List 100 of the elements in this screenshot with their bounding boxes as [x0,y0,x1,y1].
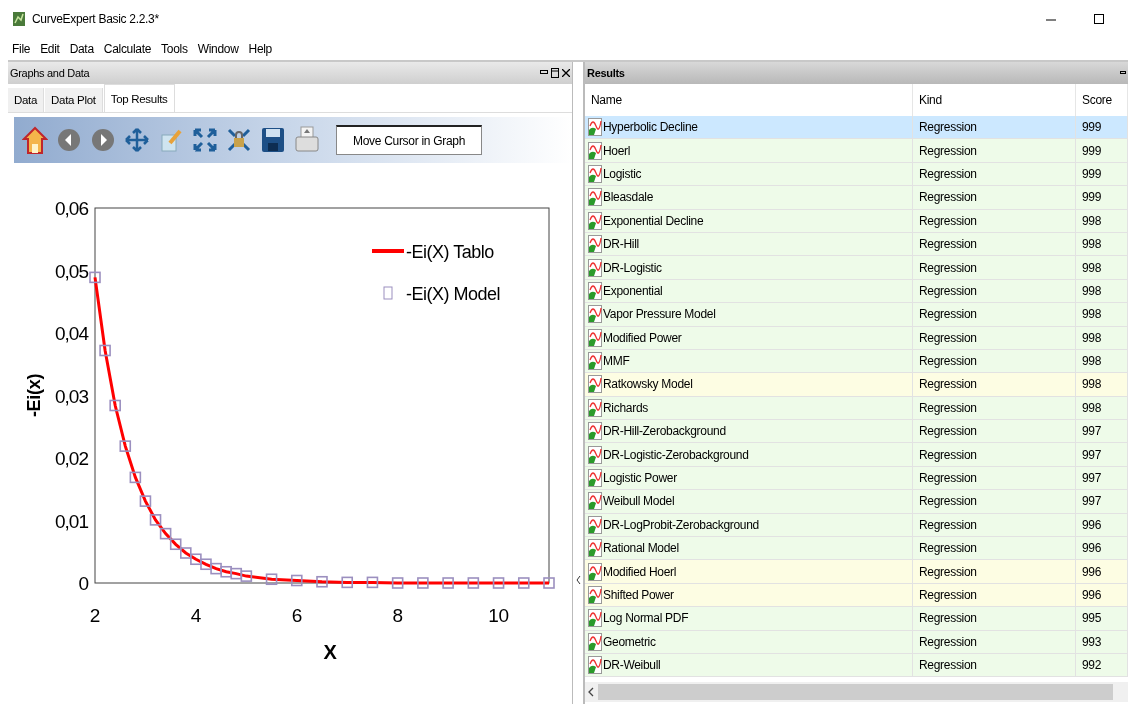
table-cell: Regression [919,564,977,579]
table-row[interactable]: DR-Weibull Regression 992 [585,654,1128,678]
table-cell: 992 [1082,658,1102,673]
move-cursor-button[interactable]: Move Cursor in Graph [336,125,482,155]
table-row[interactable]: Rational Model Regression 996 [585,537,1128,561]
table-cell: 999 [1082,120,1102,135]
curve-icon [588,539,602,558]
minimize-icon[interactable] [540,70,548,76]
table-cell: Regression [919,471,977,486]
menu-item[interactable]: Edit [40,42,60,56]
tick-label: 0,05 [55,260,88,282]
table-cell: 998 [1082,330,1102,345]
table-row[interactable]: MMF Regression 998 [585,349,1128,374]
tick-label: 10 [488,605,509,626]
table-row[interactable]: DR-Hill Regression 998 [585,232,1128,257]
model-name: DR-LogProbit-Zerobackground [603,517,759,532]
table-cell: 999 [1082,143,1102,158]
tab[interactable]: Data [8,88,45,112]
data-marker [366,576,379,589]
table-cell: Regression [919,283,977,298]
table-cell: 996 [1082,541,1102,556]
column-header[interactable]: Kind [919,93,942,107]
data-marker [139,495,152,507]
table-cell: 999 [1082,166,1102,181]
menu-item[interactable]: File [12,42,31,56]
table-cell: 997 [1082,424,1102,439]
model-name: DR-Logistic [603,260,662,275]
table-row[interactable]: Modified Hoerl Regression 996 [585,560,1128,584]
close-icon[interactable] [562,69,570,77]
table-row[interactable]: Bleasdale Regression 999 [585,186,1128,210]
table-row[interactable]: Geometric Regression 993 [585,630,1128,654]
scroll-left-icon[interactable] [588,687,594,697]
curve-icon [588,445,602,464]
table-cell: Regression [919,588,977,602]
table-cell: Regression [919,330,977,345]
table-row[interactable]: Ratkowsky Model Regression 998 [585,373,1128,397]
data-marker [159,527,172,540]
table-cell: Regression [919,517,977,532]
menu-item[interactable]: Data [69,42,94,56]
model-name: MMF [603,354,630,369]
table-row[interactable]: Hoerl Regression 999 [585,139,1128,163]
table-row[interactable]: Hyperbolic Decline Regression 999 [585,116,1128,140]
tab[interactable]: Data Plot [45,88,103,112]
curve-icon [588,609,602,628]
table-row[interactable]: DR-Logistic Regression 998 [585,256,1128,280]
data-marker [129,471,142,484]
column-header[interactable]: Score [1082,93,1112,107]
table-cell: Regression [919,658,977,673]
minimize-icon[interactable] [1120,71,1126,75]
curve-icon [588,375,602,394]
table-row[interactable]: Modified Power Regression 998 [585,326,1128,350]
maximize-icon[interactable] [1094,14,1104,24]
curve-icon [588,118,602,137]
table-cell: Regression [919,541,977,556]
data-marker [265,573,278,586]
table-row[interactable]: DR-LogProbit-Zerobackground Regression 996 [585,513,1128,538]
window-title: CurveExpert Basic 2.2.3* [32,12,159,26]
restore-icon[interactable] [551,68,559,78]
curve-icon [588,258,602,277]
table-row[interactable]: Log Normal PDF Regression 995 [585,607,1128,631]
table-cell: Regression [919,307,977,322]
data-marker [417,577,429,589]
table-cell: Regression [919,166,977,181]
tick-label: 6 [291,605,302,626]
panel-title: Graphs and Data [10,67,90,79]
table-cell: Regression [919,354,977,369]
data-marker [180,547,192,559]
table-row[interactable]: Weibull Model Regression 997 [585,490,1128,514]
table-row[interactable]: Shifted Power Regression 996 [585,583,1128,608]
table-cell: Regression [919,120,977,135]
table-cell: Regression [919,447,977,462]
menu-item[interactable]: Help [248,42,272,56]
menu-item[interactable]: Tools [161,42,188,56]
table-cell: Regression [919,190,977,205]
table-cell: 998 [1082,237,1102,252]
table-row[interactable]: DR-Logistic-Zerobackground Regression 997 [585,443,1128,467]
menu-item[interactable]: Calculate [103,42,152,56]
table-row[interactable]: Richards Regression 998 [585,396,1128,421]
table-row[interactable]: Exponential Regression 998 [585,279,1128,304]
table-cell: 997 [1082,471,1102,486]
data-marker [240,570,253,582]
tick-label: 8 [392,605,403,626]
table-row[interactable]: DR-Hill-Zerobackground Regression 997 [585,420,1128,444]
table-row[interactable]: Exponential Decline Regression 998 [585,209,1128,233]
model-name: Log Normal PDF [603,611,689,626]
table-cell: 998 [1082,377,1102,392]
curve-icon [588,398,602,417]
panel-title: Results [587,67,625,79]
tick-label: 0,06 [55,198,88,219]
scrollbar-thumb[interactable] [598,684,1113,700]
home-icon[interactable] [22,125,48,155]
curve-icon [588,586,602,604]
save-icon[interactable] [260,125,286,155]
table-row[interactable]: Logistic Regression 999 [585,162,1128,187]
menu-item[interactable]: Window [197,42,239,56]
table-row[interactable]: Logistic Power Regression 997 [585,466,1128,491]
column-header[interactable]: Name [591,93,622,107]
table-row[interactable]: Vapor Pressure Model Regression 998 [585,303,1128,327]
curve-icon [588,562,602,581]
tab[interactable]: Top Results [103,84,175,112]
